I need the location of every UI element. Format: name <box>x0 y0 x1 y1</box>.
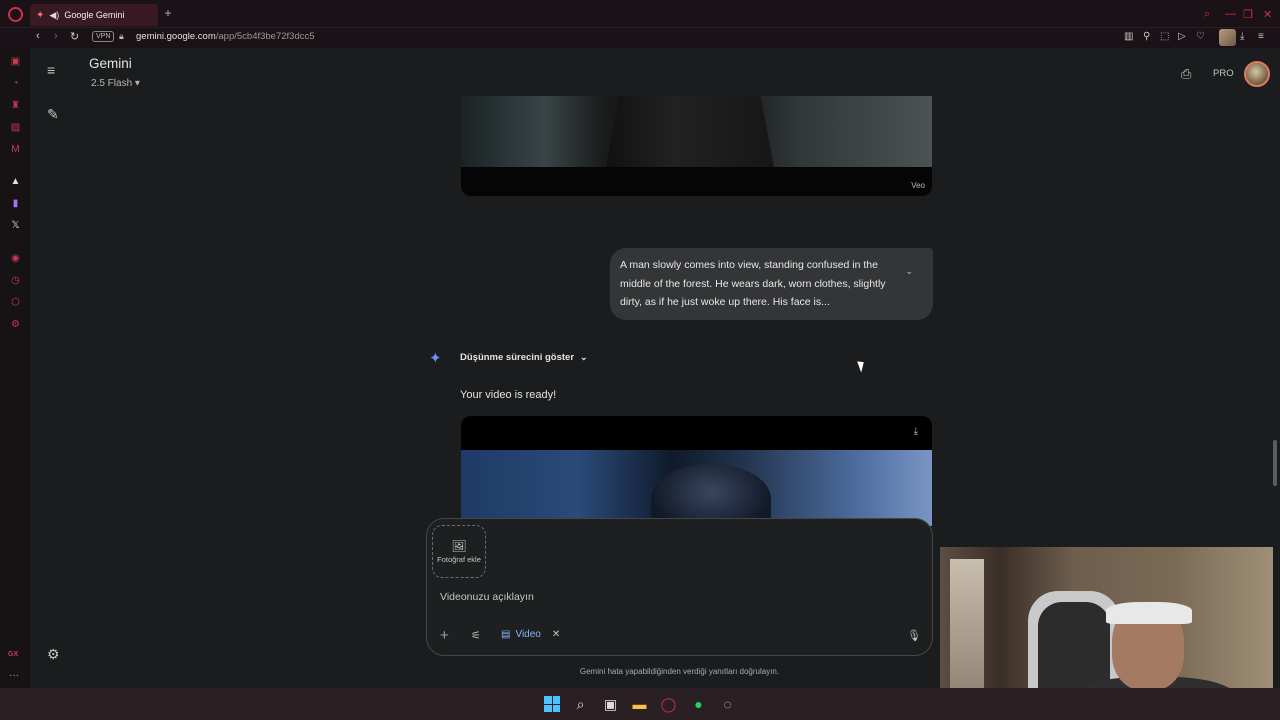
chevron-down-icon: ⌄ <box>580 352 588 362</box>
video-icon: ▤ <box>501 629 511 640</box>
heart-icon[interactable]: ♡ <box>1196 31 1205 42</box>
video-chip-label: Video <box>515 629 541 640</box>
url-path: /app/5cb4f3be72f3dcc5 <box>215 31 315 42</box>
show-thinking-toggle[interactable]: Düşünme sürecini göster ⌄ <box>460 352 588 363</box>
download-icon[interactable]: ⤓ <box>1240 31 1244 42</box>
more-icon[interactable]: ··· <box>9 670 19 681</box>
canvas-icon[interactable]: ⎙ <box>1181 66 1191 82</box>
task-view-icon[interactable]: ▣ <box>602 696 619 713</box>
aria-icon[interactable]: ▲ <box>9 175 22 188</box>
veo-watermark: Veo <box>911 181 925 190</box>
plus-icon[interactable]: + <box>440 627 449 644</box>
gemini-side-rail: ≡ ✎ ⚙ <box>30 48 79 688</box>
headband <box>1106 602 1192 624</box>
expand-chevron-icon[interactable]: ⌄ <box>905 262 913 281</box>
user-message: A man slowly comes into view, standing c… <box>610 248 933 320</box>
address-bar: ‹ › ↻ VPN 🔒︎ gemini.google.com/app/5cb4f… <box>0 28 1280 48</box>
gx-label: GX <box>8 651 19 658</box>
gemini-favicon-icon: ✦ <box>36 9 45 21</box>
user-message-text: A man slowly comes into view, standing c… <box>620 259 886 308</box>
twitch-icon[interactable]: ▮ <box>9 197 22 210</box>
account-avatar[interactable] <box>1244 61 1270 87</box>
opera-gx-icon[interactable]: ◯ <box>660 696 677 713</box>
video-tool-chip[interactable]: ▤ Video ✕ <box>501 629 560 640</box>
add-image-icon: 🖼︎ <box>451 539 467 553</box>
split-view-icon[interactable]: ▥ <box>1124 31 1133 42</box>
new-tab-button[interactable]: + <box>161 6 175 20</box>
vpn-badge[interactable]: VPN <box>92 31 115 42</box>
new-chat-icon[interactable]: ✎ <box>47 106 59 123</box>
generated-video[interactable]: ⤓ <box>461 416 932 526</box>
thinking-label: Düşünme sürecini göster <box>460 352 575 363</box>
tools-icon[interactable]: ⚟ <box>471 629 481 642</box>
disclaimer: Gemini hata yapabildiğinden verdiği yanı… <box>579 667 780 676</box>
x-twitter-icon[interactable]: 𝕏 <box>9 219 22 232</box>
main-menu-icon[interactable]: ≡ <box>47 62 55 78</box>
spotify-icon[interactable]: ● <box>690 696 707 713</box>
generated-video-previous[interactable]: Veo <box>461 96 932 196</box>
background-object <box>950 559 984 709</box>
profile-avatar[interactable] <box>1219 29 1236 46</box>
file-explorer-icon[interactable]: ▬ <box>631 696 648 713</box>
prompt-composer: 🖼︎ Fotoğraf ekle Videonuzu açıklayın + ⚟… <box>426 518 933 656</box>
pro-badge[interactable]: PRO <box>1213 68 1234 79</box>
scrollbar[interactable] <box>1273 440 1277 486</box>
video-subject <box>651 464 771 526</box>
history-icon[interactable]: ◷ <box>9 274 22 287</box>
lock-icon[interactable]: 🔒︎ <box>119 31 124 42</box>
snapshot-icon[interactable]: ⬚ <box>1160 31 1169 42</box>
maximize-icon[interactable]: ❐ <box>1243 8 1253 21</box>
gx-control-icon[interactable]: ▣ <box>9 55 22 68</box>
gx-cleaner-icon[interactable]: ◔ <box>9 77 22 90</box>
reload-icon[interactable]: ↻ <box>70 30 79 43</box>
player-icon[interactable]: ▷ <box>1178 31 1186 42</box>
opera-logo-icon[interactable] <box>8 7 23 22</box>
reply-text: Your video is ready! <box>460 389 557 401</box>
search-tabs-icon[interactable]: ⌕ <box>1204 8 1210 21</box>
back-icon[interactable]: ‹ <box>36 30 40 42</box>
download-video-icon[interactable]: ⤓ <box>914 426 918 437</box>
microphone-icon[interactable]: 🎙︎ <box>907 629 921 642</box>
app-title: Gemini <box>89 56 132 71</box>
app-icon[interactable]: ◌ <box>719 696 736 713</box>
close-icon[interactable]: ✕ <box>1263 8 1272 21</box>
gx-corner-icon[interactable]: ♜ <box>9 99 22 112</box>
tab-google-gemini[interactable]: ✦ ◀) Google Gemini <box>30 4 158 26</box>
prompt-input[interactable]: Videonuzu açıklayın <box>440 591 534 603</box>
webcam-overlay <box>940 547 1273 710</box>
windows-start-icon[interactable] <box>544 696 560 712</box>
tab-title: Google Gemini <box>64 10 125 20</box>
browser-tab-bar: ✦ ◀) Google Gemini + ⌕ — ❐ ✕ <box>0 0 1280 28</box>
search-icon[interactable]: ⌕ <box>572 696 589 713</box>
speaker-icon[interactable]: ◀) <box>49 10 59 21</box>
model-name: 2.5 Flash <box>91 78 133 89</box>
url-domain: gemini.google.com <box>136 31 216 42</box>
minimize-icon[interactable]: — <box>1225 8 1236 20</box>
player-sidebar-icon[interactable]: ◉ <box>9 252 22 265</box>
settings-gear-icon[interactable]: ⚙ <box>47 646 60 663</box>
pin-icon[interactable]: ⚲ <box>1143 31 1150 42</box>
gx-mods-icon[interactable]: ▨ <box>9 121 22 134</box>
remove-chip-icon[interactable]: ✕ <box>552 629 560 640</box>
add-photo-button[interactable]: 🖼︎ Fotoğraf ekle <box>432 525 486 578</box>
settings-icon[interactable]: ⚙ <box>9 318 22 331</box>
add-photo-label: Fotoğraf ekle <box>437 555 481 564</box>
opera-sidebar: ▣ ◔ ♜ ▨ M ▲ ▮ 𝕏 ◉ ◷ ⬡ ⚙ GX ··· <box>0 48 30 688</box>
model-selector[interactable]: 2.5 Flash ▾ <box>91 78 140 89</box>
chevron-down-icon: ▾ <box>134 78 140 89</box>
messenger-icon[interactable]: M <box>9 143 22 156</box>
gemini-spark-icon: ✦ <box>429 350 442 367</box>
url-field[interactable]: gemini.google.com/app/5cb4f3be72f3dcc5 <box>136 31 315 42</box>
extensions-icon[interactable]: ⬡ <box>9 296 22 309</box>
video-figure <box>606 96 774 167</box>
menu-icon[interactable]: ≡ <box>1258 31 1264 42</box>
forward-icon[interactable]: › <box>54 30 58 42</box>
